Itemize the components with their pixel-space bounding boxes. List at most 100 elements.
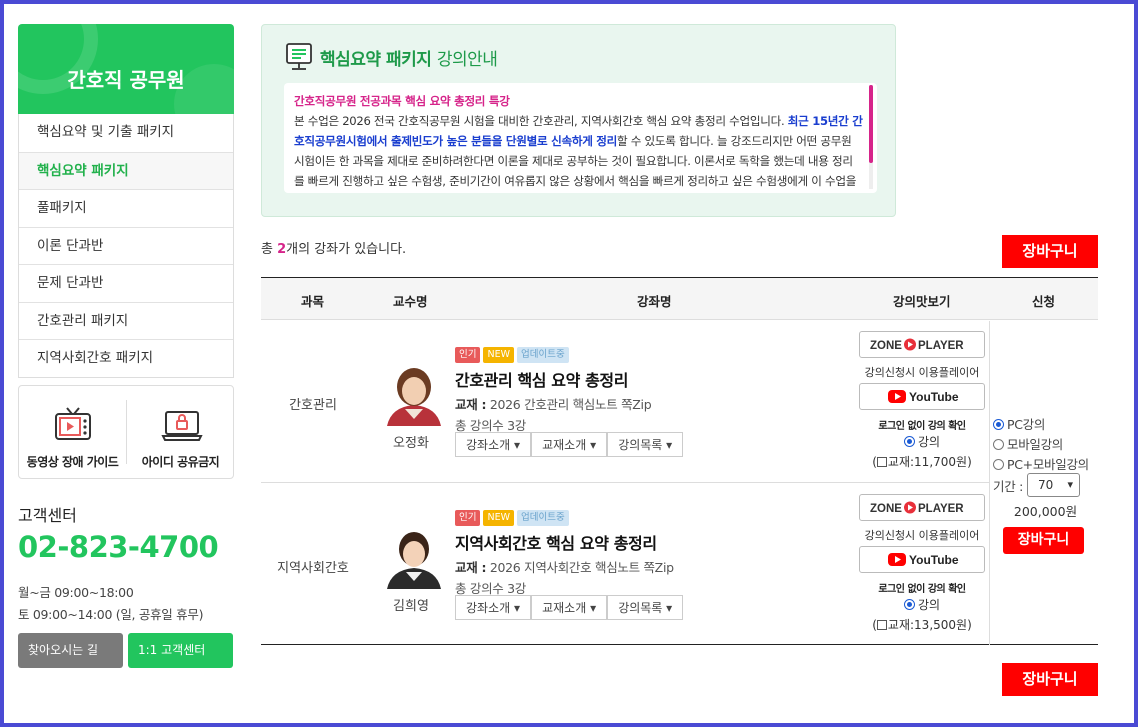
- svg-text:YouTube: YouTube: [909, 553, 959, 567]
- cs-hours-saturday: 토 09:00~14:00 (일, 공휴일 휴무): [18, 607, 204, 622]
- header-apply: 신청: [1032, 294, 1056, 309]
- lecture-radio[interactable]: 강의: [859, 596, 985, 613]
- table-row: 간호관리 오정화 인기 NEW 업데이트중 간호관리 핵심 요약 총정리 교재 : …: [261, 321, 989, 483]
- info-headline: 간호직공무원 전공과목 핵심 요약 총정리 특강: [294, 94, 510, 108]
- header-preview: 강의맛보기: [893, 294, 951, 309]
- sidebar-item-summary-exam-package[interactable]: 핵심요약 및 기출 패키지: [19, 114, 233, 152]
- book-checkbox[interactable]: (교재:11,700원): [859, 453, 985, 470]
- sidebar-item-community-package[interactable]: 지역사회간호 패키지: [19, 339, 233, 377]
- lecture-list-button[interactable]: 강의목록 ▾: [607, 595, 684, 620]
- player-note: 강의신청시 이용플레이어: [864, 529, 980, 542]
- sidebar-item-problems[interactable]: 문제 단과반: [19, 264, 233, 302]
- course-subject: 간호관리: [289, 398, 337, 413]
- course-info-box: 핵심요약 패키지 강의안내 간호직공무원 전공과목 핵심 요약 총정리 특강 본…: [261, 24, 896, 217]
- directions-button[interactable]: 찾아오시는 길: [18, 633, 123, 668]
- option-mobile[interactable]: 모바일강의: [993, 434, 1063, 453]
- option-pc-mobile[interactable]: PC+모바일강의: [993, 454, 1089, 473]
- zone-player-logo: ZONE PLAYER: [870, 338, 964, 352]
- cs-phone: 02-823-4700: [18, 530, 219, 564]
- badge-new: NEW: [483, 510, 514, 526]
- info-text: 간호직공무원 전공과목 핵심 요약 총정리 특강 본 수업은 2026 전국 간…: [284, 83, 877, 193]
- professor-photo: [381, 526, 447, 589]
- player-note: 강의신청시 이용플레이어: [864, 366, 980, 379]
- header-professor: 교수명: [393, 294, 428, 309]
- package-price: 200,000원: [1013, 504, 1078, 519]
- course-badges: 인기 NEW 업데이트중: [455, 347, 572, 366]
- zone-player-button[interactable]: ZONE PLAYER: [859, 331, 985, 358]
- video-guide-label: 동영상 장애 가이드: [26, 455, 119, 469]
- period-label: 기간 :: [993, 479, 1023, 494]
- course-title[interactable]: 간호관리 핵심 요약 총정리: [455, 367, 628, 391]
- course-badges: 인기 NEW 업데이트중: [455, 510, 572, 529]
- period-select[interactable]: 70 ▾: [1027, 473, 1080, 497]
- svg-text:PLAYER: PLAYER: [918, 340, 964, 352]
- zone-player-logo: ZONE PLAYER: [870, 501, 964, 515]
- course-intro-button[interactable]: 강좌소개 ▾: [455, 432, 531, 457]
- course-buttons: 강좌소개 ▾ 교재소개 ▾ 강의목록 ▾: [455, 595, 684, 621]
- sidebar-header: 간호직 공무원: [18, 24, 234, 114]
- sidebar-title: 간호직 공무원: [67, 68, 185, 92]
- guide-box: 동영상 장애 가이드 아이디 공유금지: [18, 385, 234, 479]
- badge-popular: 인기: [455, 510, 481, 526]
- cart-button-bottom[interactable]: 장바구니: [1002, 663, 1098, 696]
- youtube-button[interactable]: YouTube: [859, 383, 985, 410]
- tv-icon: [55, 407, 91, 440]
- sidebar-item-summary-package[interactable]: 핵심요약 패키지: [19, 151, 233, 189]
- professor-name: 오정화: [393, 436, 429, 451]
- video-guide-link[interactable]: 동영상 장애 가이드: [19, 386, 126, 478]
- apply-divider: [989, 321, 990, 645]
- sidebar-menu: 핵심요약 및 기출 패키지 핵심요약 패키지 풀패키지 이론 단과반 문제 단과…: [18, 114, 234, 378]
- sidebar-item-management-package[interactable]: 간호관리 패키지: [19, 301, 233, 340]
- login-free-note: 로그인 없이 강의 확인: [878, 421, 966, 432]
- chevron-down-icon: ▾: [1067, 478, 1073, 491]
- table-header: 과목 교수명 강좌명 강의맛보기 신청: [261, 278, 1098, 320]
- lecture-radio[interactable]: 강의: [859, 433, 985, 450]
- book-intro-button[interactable]: 교재소개 ▾: [531, 595, 608, 620]
- one-on-one-cs-button[interactable]: 1:1 고객센터: [128, 633, 233, 668]
- option-pc[interactable]: PC강의: [993, 414, 1045, 433]
- header-course: 강좌명: [637, 294, 672, 309]
- lecture-list-button[interactable]: 강의목록 ▾: [607, 432, 684, 457]
- course-subject: 지역사회간호: [277, 561, 349, 576]
- svg-text:PLAYER: PLAYER: [918, 503, 964, 515]
- header-subject: 과목: [301, 294, 325, 309]
- course-intro-button[interactable]: 강좌소개 ▾: [455, 595, 531, 620]
- cart-button-top[interactable]: 장바구니: [1002, 235, 1098, 268]
- badge-update: 업데이트중: [517, 347, 569, 363]
- course-buttons: 강좌소개 ▾ 교재소개 ▾ 강의목록 ▾: [455, 432, 684, 458]
- book-checkbox[interactable]: (교재:13,500원): [859, 616, 985, 633]
- svg-text:ZONE: ZONE: [870, 503, 902, 515]
- cs-title: 고객센터: [18, 506, 77, 525]
- book-intro-button[interactable]: 교재소개 ▾: [531, 432, 608, 457]
- course-count: 총 2개의 강좌가 있습니다.: [261, 242, 407, 257]
- badge-update: 업데이트중: [517, 510, 569, 526]
- info-scrollbar[interactable]: [869, 85, 873, 189]
- monitor-board-icon: [286, 43, 312, 70]
- id-share-link[interactable]: 아이디 공유금지: [127, 386, 234, 478]
- cart-button-small[interactable]: 장바구니: [1003, 527, 1084, 554]
- login-free-note: 로그인 없이 강의 확인: [878, 584, 966, 595]
- badge-popular: 인기: [455, 347, 481, 363]
- professor-name: 김희영: [393, 599, 429, 614]
- info-title: 핵심요약 패키지 강의안내: [320, 50, 498, 70]
- course-book: 교재 : 2026 지역사회간호 핵심노트 쪽Zip: [455, 560, 674, 575]
- youtube-logo: YouTube: [888, 553, 959, 567]
- table-row: 지역사회간호 김희영 인기 NEW 업데이트중 지역사회간호 핵심 요약 총정리 교…: [261, 484, 989, 646]
- laptop-lock-icon: [161, 411, 203, 441]
- svg-text:YouTube: YouTube: [909, 390, 959, 404]
- zone-player-button[interactable]: ZONE PLAYER: [859, 494, 985, 521]
- info-paragraph: 본 수업은 2026 전국 간호직공무원 시험을 대비한 간호관리, 지역사회간…: [294, 114, 863, 188]
- professor-photo: [381, 363, 447, 426]
- svg-text:ZONE: ZONE: [870, 340, 902, 352]
- sidebar-item-full-package[interactable]: 풀패키지: [19, 189, 233, 227]
- id-share-label: 아이디 공유금지: [141, 455, 220, 469]
- course-title[interactable]: 지역사회간호 핵심 요약 총정리: [455, 530, 657, 554]
- badge-new: NEW: [483, 347, 514, 363]
- cs-hours: 월~금 09:00~18:00 토 09:00~14:00 (일, 공휴일 휴무…: [18, 582, 203, 626]
- course-book: 교재 : 2026 간호관리 핵심노트 쪽Zip: [455, 397, 652, 412]
- sidebar-item-theory[interactable]: 이론 단과반: [19, 226, 233, 265]
- youtube-button[interactable]: YouTube: [859, 546, 985, 573]
- course-table: 과목 교수명 강좌명 강의맛보기 신청 간호관리 오정화 인기 NEW 업데이트중 …: [261, 277, 1098, 645]
- youtube-logo: YouTube: [888, 390, 959, 404]
- apply-panel: PC강의 모바일강의 PC+모바일강의 기간 : 70 ▾ 200,000원 장바…: [993, 321, 1098, 645]
